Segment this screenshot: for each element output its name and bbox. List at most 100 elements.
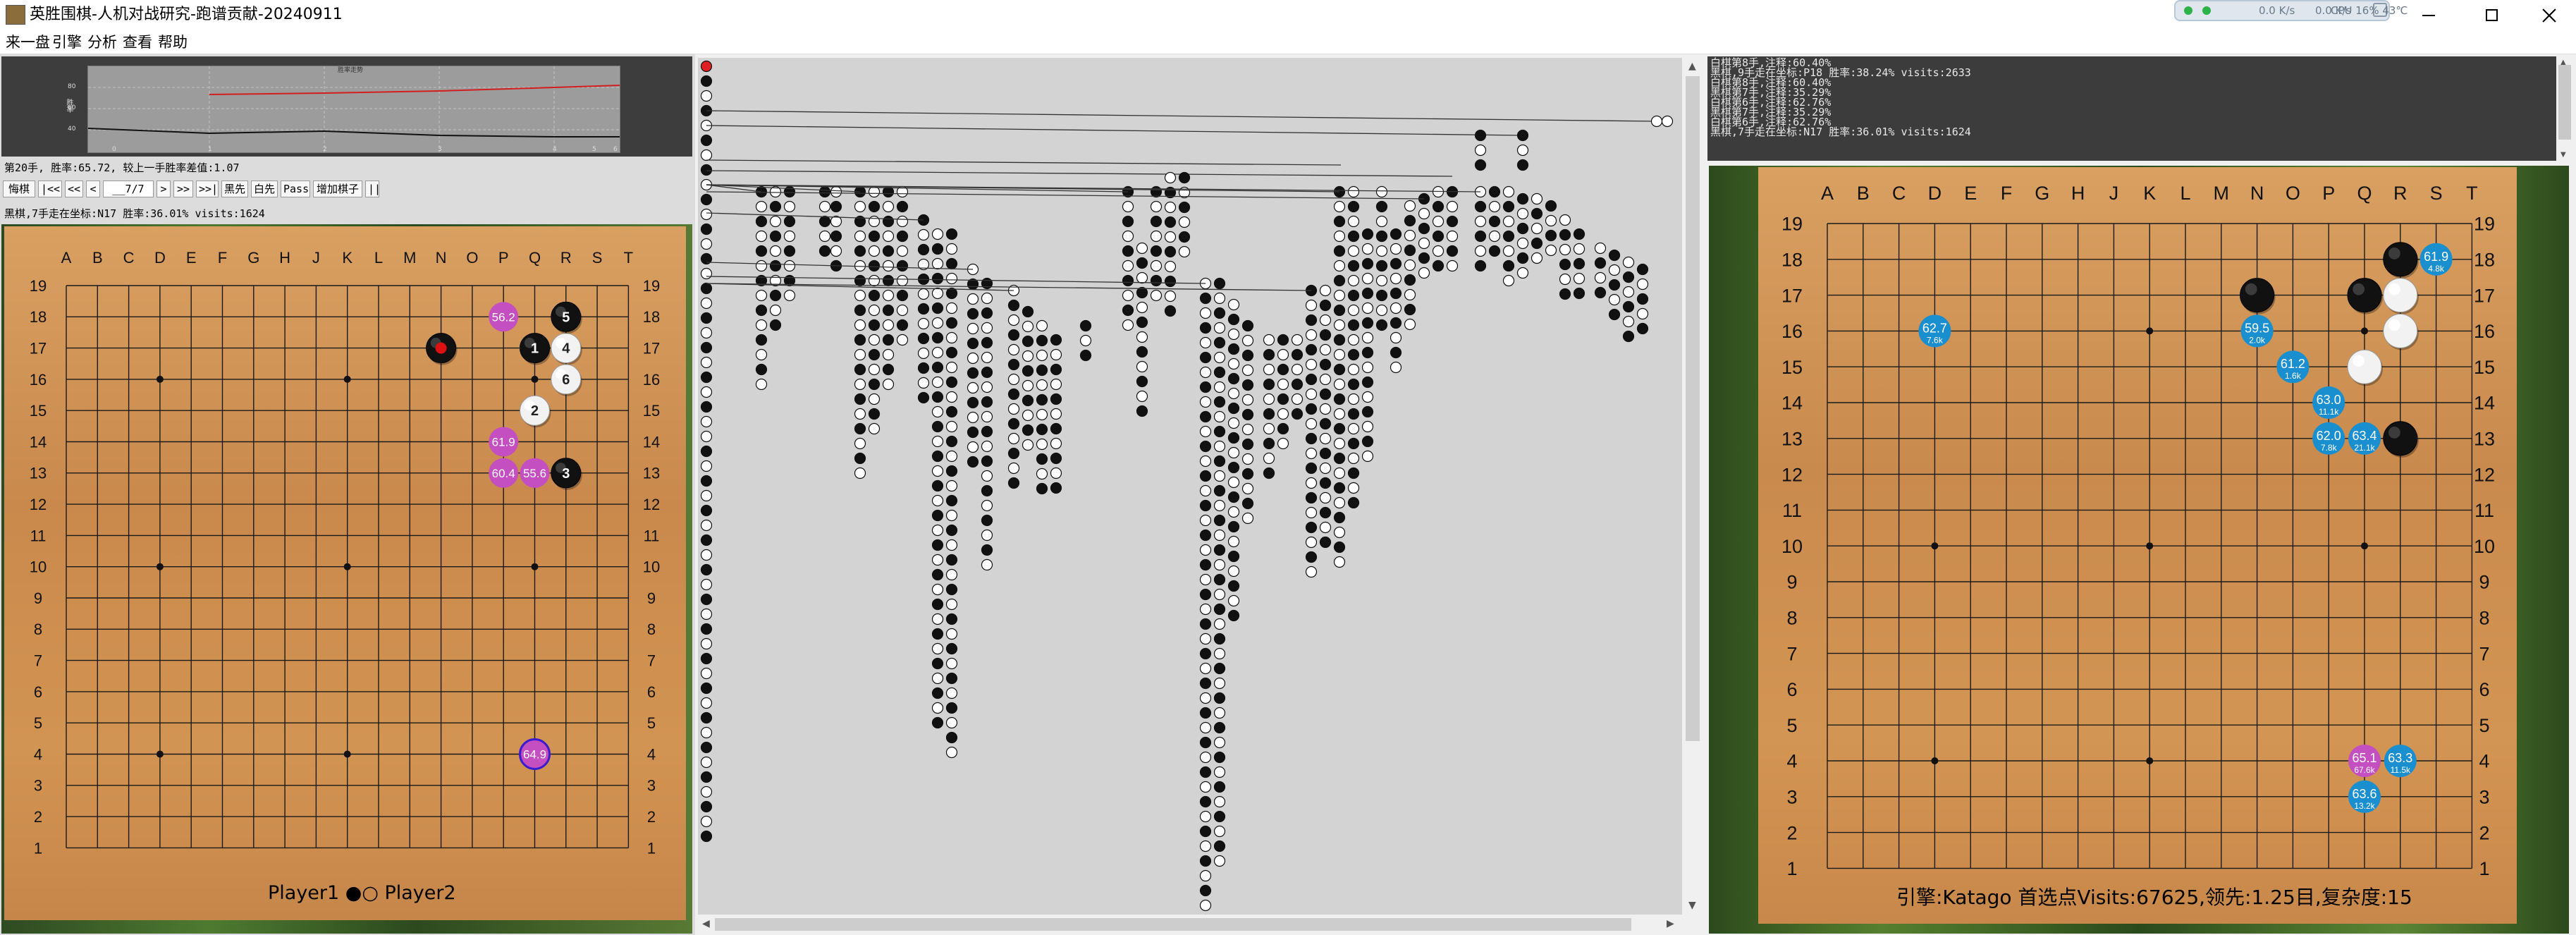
tree-node-white[interactable] bbox=[700, 697, 713, 709]
tree-node-black[interactable] bbox=[1213, 721, 1226, 734]
tree-node-white[interactable] bbox=[1488, 200, 1501, 213]
candidate-move[interactable]: 65.167.6k bbox=[2348, 745, 2381, 777]
tree-node-white[interactable] bbox=[1319, 284, 1332, 297]
tree-node-white[interactable] bbox=[769, 245, 782, 257]
tree-node-black[interactable] bbox=[1333, 363, 1346, 376]
tree-node-white[interactable] bbox=[931, 494, 944, 507]
forward-one-button[interactable]: > bbox=[157, 181, 171, 197]
tree-node-white[interactable] bbox=[931, 702, 944, 714]
tree-node-black[interactable] bbox=[700, 830, 713, 843]
tree-node-black[interactable] bbox=[1050, 482, 1062, 494]
tree-node-black[interactable] bbox=[1418, 222, 1430, 235]
tree-node-white[interactable] bbox=[1022, 379, 1034, 392]
tree-node-black[interactable] bbox=[1227, 432, 1240, 444]
tree-node-white[interactable] bbox=[945, 539, 958, 551]
tree-node-black[interactable] bbox=[1432, 259, 1445, 272]
tree-node-black[interactable] bbox=[882, 215, 895, 228]
tree-node-white[interactable] bbox=[1333, 259, 1346, 272]
tree-node-black[interactable] bbox=[931, 657, 944, 670]
menu-help[interactable]: 帮助 bbox=[158, 33, 188, 51]
tree-node-white[interactable] bbox=[896, 274, 909, 287]
tree-node-black[interactable] bbox=[818, 185, 831, 198]
tree-node-white[interactable] bbox=[967, 411, 979, 424]
tree-node-white[interactable] bbox=[1050, 437, 1062, 450]
tree-node-white[interactable] bbox=[700, 756, 713, 769]
tree-node-black[interactable] bbox=[1319, 536, 1332, 549]
tree-node-black[interactable] bbox=[1213, 632, 1226, 645]
tree-node-black[interactable] bbox=[1559, 288, 1571, 300]
tree-node-black[interactable] bbox=[1022, 424, 1034, 436]
tree-node-white[interactable] bbox=[1361, 331, 1374, 344]
tree-node-black[interactable] bbox=[1178, 231, 1191, 243]
tree-node-black[interactable] bbox=[1375, 259, 1388, 272]
tree-node-white[interactable] bbox=[1241, 334, 1254, 347]
tree-node-white[interactable] bbox=[700, 460, 713, 472]
tree-node-black[interactable] bbox=[1305, 314, 1318, 326]
tree-node-black[interactable] bbox=[1213, 662, 1226, 675]
tree-node-black[interactable] bbox=[896, 230, 909, 243]
tree-node-black[interactable] bbox=[854, 393, 866, 405]
tree-node-black[interactable] bbox=[700, 60, 713, 73]
tree-node-white[interactable] bbox=[1333, 319, 1346, 331]
tree-node-white[interactable] bbox=[1418, 267, 1430, 279]
tree-node-white[interactable] bbox=[1007, 373, 1020, 386]
tree-node-white[interactable] bbox=[755, 200, 768, 213]
tree-node-white[interactable] bbox=[1291, 334, 1304, 346]
tree-node-black[interactable] bbox=[1241, 319, 1254, 332]
tree-node-white[interactable] bbox=[1305, 299, 1318, 312]
tree-node-white[interactable] bbox=[1333, 408, 1346, 420]
tree-node-white[interactable] bbox=[830, 245, 842, 257]
tree-node-black[interactable] bbox=[1446, 215, 1459, 228]
tree-node-black[interactable] bbox=[1404, 244, 1416, 257]
tree-node-white[interactable] bbox=[1199, 425, 1212, 438]
tree-node-white[interactable] bbox=[1199, 484, 1212, 497]
tree-node-black[interactable] bbox=[1263, 378, 1275, 391]
tree-node-black[interactable] bbox=[700, 341, 713, 354]
tree-node-black[interactable] bbox=[1347, 437, 1360, 450]
tree-node-black[interactable] bbox=[1277, 363, 1289, 376]
white-first-button[interactable]: 白先 bbox=[251, 181, 278, 197]
tree-node-black[interactable] bbox=[1022, 365, 1034, 377]
log-scroll-thumb[interactable] bbox=[2558, 65, 2571, 140]
tree-node-white[interactable] bbox=[868, 334, 881, 346]
tree-node-black[interactable] bbox=[1199, 470, 1212, 482]
tree-node-white[interactable] bbox=[755, 230, 768, 243]
tree-node-white[interactable] bbox=[1347, 245, 1360, 257]
tree-node-white[interactable] bbox=[1199, 366, 1212, 379]
tree-node-black[interactable] bbox=[700, 134, 713, 147]
tree-node-white[interactable] bbox=[1263, 452, 1275, 465]
tree-node-white[interactable] bbox=[700, 786, 713, 798]
tree-node-black[interactable] bbox=[1050, 422, 1062, 435]
tree-node-black[interactable] bbox=[1361, 228, 1374, 240]
tree-node-black[interactable] bbox=[1199, 529, 1212, 542]
tree-node-black[interactable] bbox=[1007, 329, 1020, 341]
tree-node-white[interactable] bbox=[1319, 432, 1332, 445]
tree-node-black[interactable] bbox=[868, 348, 881, 361]
tree-node-white[interactable] bbox=[1227, 446, 1240, 459]
black-first-button[interactable]: 黑先 bbox=[221, 181, 248, 197]
tree-node-black[interactable] bbox=[1241, 497, 1254, 510]
tree-node-white[interactable] bbox=[1022, 439, 1034, 451]
tree-node-white[interactable] bbox=[967, 293, 979, 305]
tree-node-white[interactable] bbox=[1277, 437, 1289, 450]
tree-node-white[interactable] bbox=[854, 289, 866, 302]
tree-node-black[interactable] bbox=[1305, 462, 1318, 475]
tree-node-black[interactable] bbox=[1213, 307, 1226, 319]
tree-node-black[interactable] bbox=[1199, 736, 1212, 749]
tree-node-white[interactable] bbox=[931, 672, 944, 685]
tree-node-white[interactable] bbox=[1333, 526, 1346, 539]
tree-node-white[interactable] bbox=[1573, 243, 1586, 255]
tree-node-black[interactable] bbox=[967, 456, 979, 468]
tree-node-white[interactable] bbox=[1531, 222, 1543, 235]
tree-node-white[interactable] bbox=[700, 519, 713, 532]
pass-button[interactable]: Pass bbox=[281, 181, 310, 197]
tree-node-black[interactable] bbox=[1608, 308, 1621, 321]
tree-node-white[interactable] bbox=[1150, 230, 1163, 243]
tree-node-black[interactable] bbox=[931, 568, 944, 581]
tree-node-black[interactable] bbox=[896, 200, 909, 213]
tree-node-white[interactable] bbox=[1199, 751, 1212, 764]
tree-node-white[interactable] bbox=[1361, 302, 1374, 314]
tree-node-white[interactable] bbox=[1347, 215, 1360, 228]
tree-node-black[interactable] bbox=[1164, 275, 1177, 288]
tree-node-white[interactable] bbox=[1305, 388, 1318, 401]
